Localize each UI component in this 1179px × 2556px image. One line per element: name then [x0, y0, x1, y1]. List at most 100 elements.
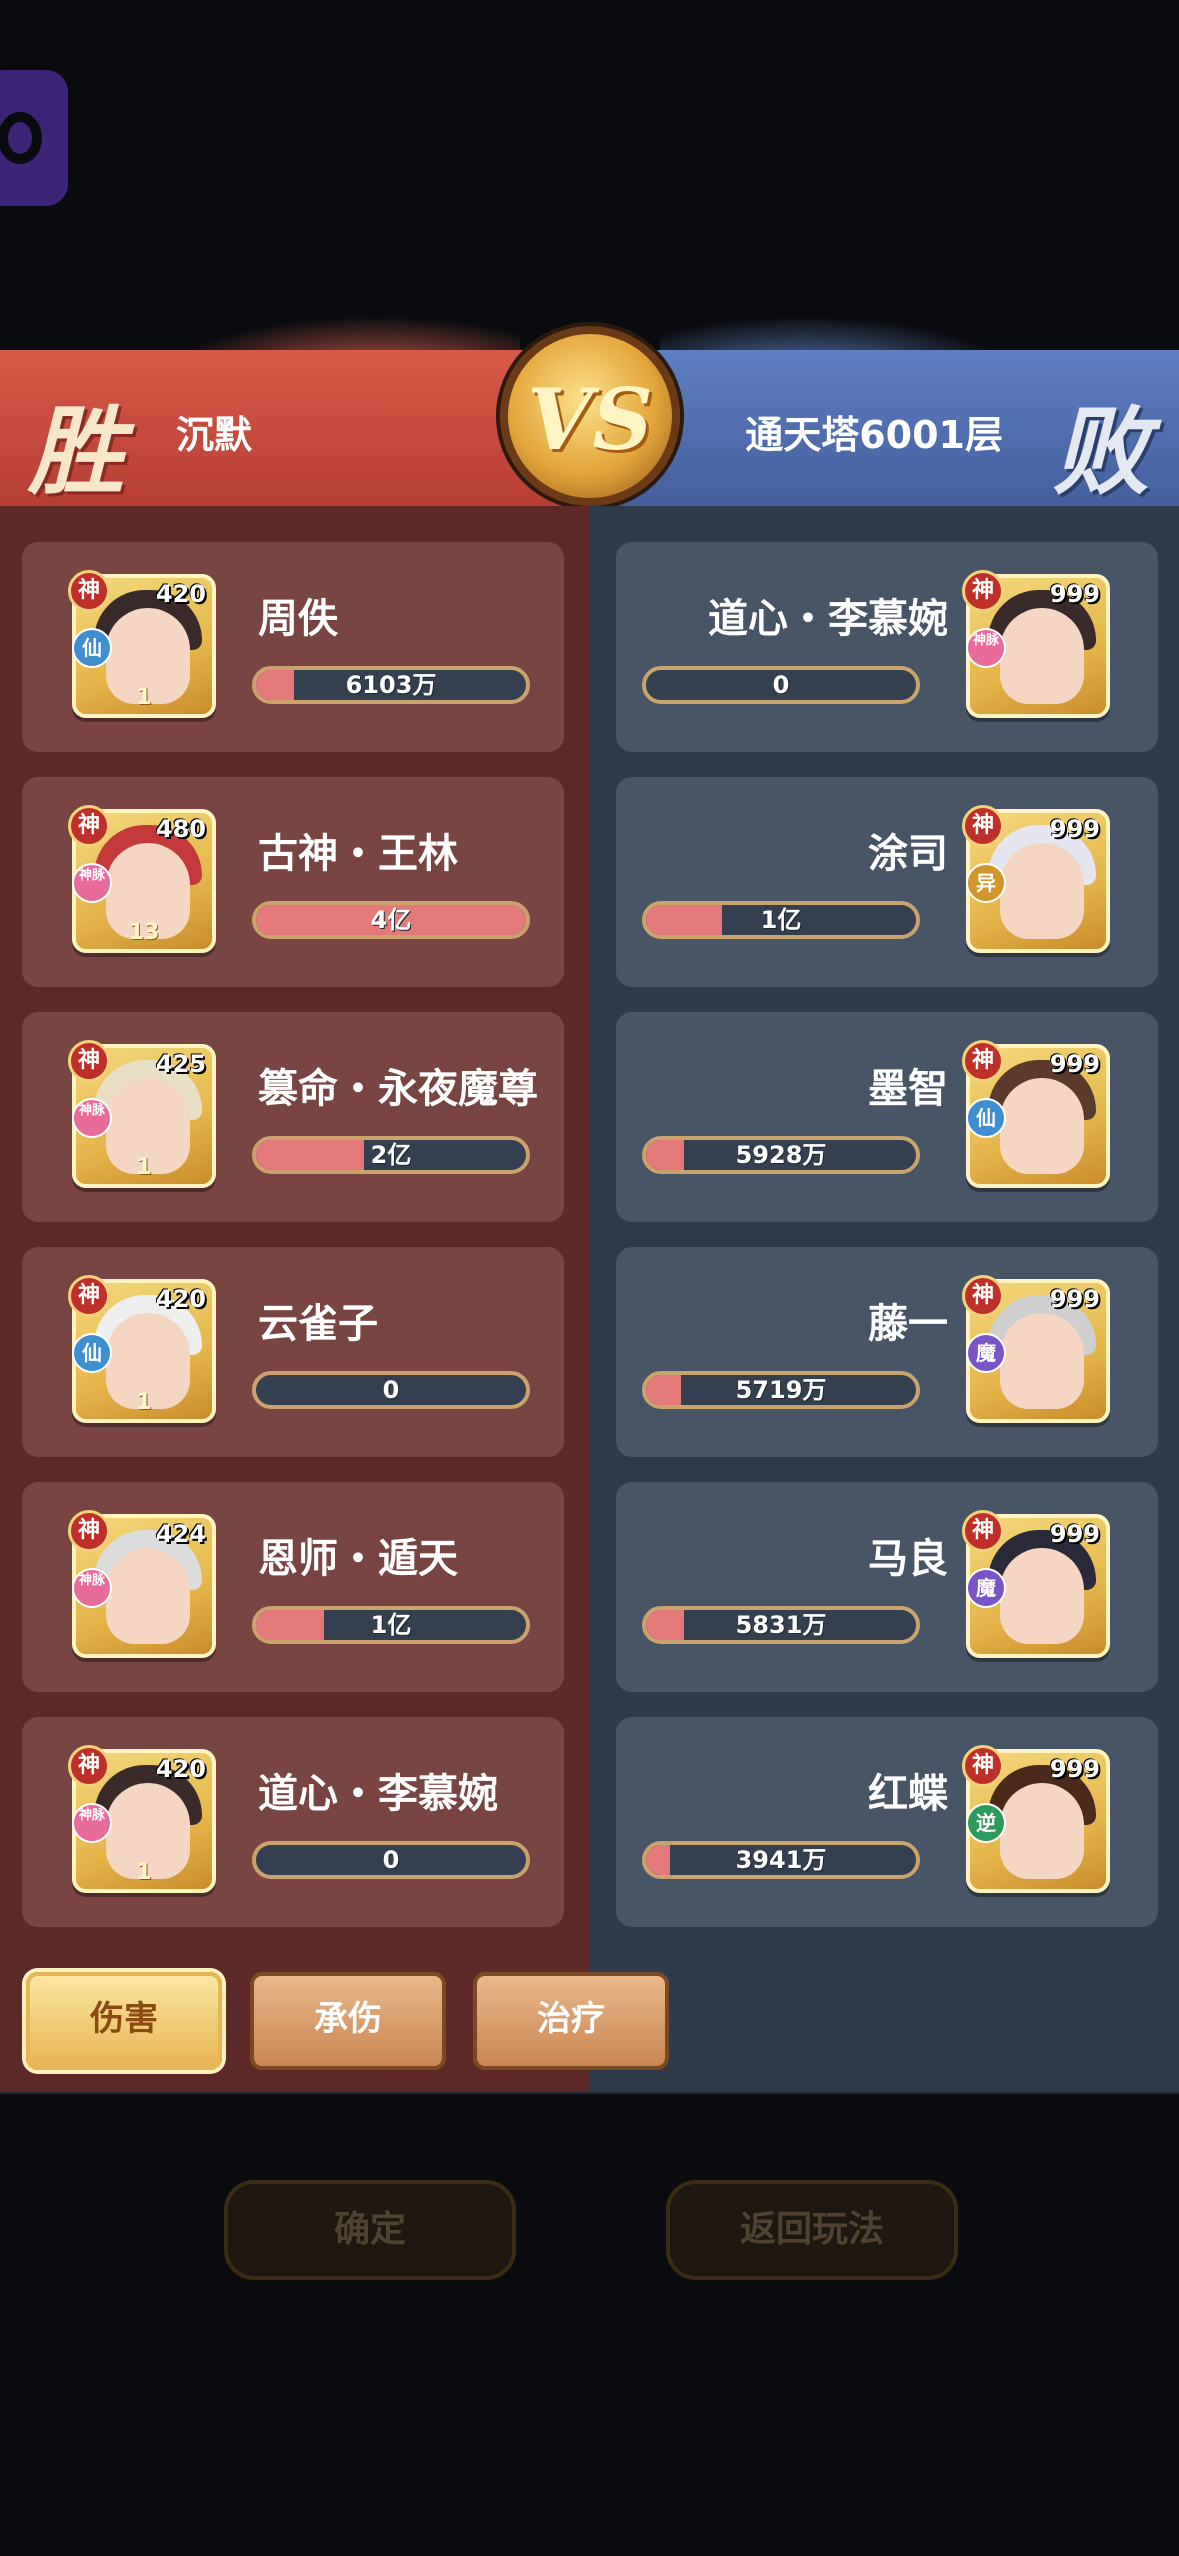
- damage-value: 0: [382, 1846, 400, 1874]
- damage-bar: 3941万: [642, 1841, 920, 1879]
- victory-mark: 胜: [28, 395, 124, 508]
- damage-bar: 0: [252, 1371, 530, 1409]
- hero-avatar[interactable]: 神 420 仙 1: [68, 1275, 216, 1423]
- tab-damage[interactable]: 伤害: [26, 1972, 222, 2070]
- damage-value: 0: [772, 671, 790, 699]
- hero-card[interactable]: 神 420 仙 1 周佚 6103万: [22, 542, 564, 752]
- hero-name: 云雀子: [258, 1301, 378, 1347]
- tab-damage-taken[interactable]: 承伤: [250, 1972, 446, 2070]
- faction-badge: 异: [966, 863, 1006, 903]
- hero-level: 425: [155, 1050, 206, 1078]
- damage-bar: 5928万: [642, 1136, 920, 1174]
- faction-badge: 魔: [966, 1333, 1006, 1373]
- left-player-name: 沉默: [176, 413, 253, 457]
- hero-card[interactable]: 神 420 仙 1 云雀子 0: [22, 1247, 564, 1457]
- hero-card[interactable]: 神 480 神脉 13 古神・王林 4亿: [22, 777, 564, 987]
- god-rank-badge: 神: [68, 1040, 110, 1082]
- menu-ring-icon: [0, 112, 42, 164]
- faction-badge: 神脉: [72, 863, 112, 903]
- faction-badge: 仙: [72, 1333, 112, 1373]
- hero-name: 墨智: [868, 1066, 948, 1112]
- hero-avatar[interactable]: 神 999 神脉: [962, 570, 1110, 718]
- hero-portrait-face: [1000, 1313, 1084, 1409]
- damage-bar: 0: [642, 666, 920, 704]
- hero-name: 道心・李慕婉: [258, 1771, 498, 1817]
- damage-value: 5719万: [735, 1376, 827, 1404]
- hero-level: 424: [155, 1520, 206, 1548]
- hero-level: 999: [1049, 815, 1100, 843]
- hero-level: 420: [155, 580, 206, 608]
- tab-healing[interactable]: 治疗: [473, 1972, 669, 2070]
- hero-name: 篡命・永夜魔尊: [258, 1066, 538, 1112]
- hero-avatar[interactable]: 神 999 异: [962, 805, 1110, 953]
- hero-card[interactable]: 神 999 异涂司 1亿: [616, 777, 1158, 987]
- hero-card[interactable]: 神 425 神脉 1 篡命・永夜魔尊 2亿: [22, 1012, 564, 1222]
- faction-badge: 神脉: [72, 1568, 112, 1608]
- hero-avatar[interactable]: 神 424 神脉: [68, 1510, 216, 1658]
- damage-value: 3941万: [735, 1846, 827, 1874]
- right-player-name: 通天塔6001层: [745, 413, 1003, 457]
- damage-value: 0: [382, 1376, 400, 1404]
- hero-card[interactable]: 神 424 神脉 恩师・遁天 1亿: [22, 1482, 564, 1692]
- back-to-mode-button[interactable]: 返回玩法: [666, 2180, 958, 2280]
- hero-card[interactable]: 神 999 逆红蝶 3941万: [616, 1717, 1158, 1927]
- hero-avatar[interactable]: 神 999 逆: [962, 1745, 1110, 1893]
- damage-bar: 6103万: [252, 666, 530, 704]
- side-menu-tab[interactable]: [0, 70, 68, 206]
- star-count: 1: [136, 1860, 152, 1885]
- hero-avatar[interactable]: 神 999 仙: [962, 1040, 1110, 1188]
- god-rank-badge: 神: [962, 570, 1004, 612]
- hero-name: 红蝶: [868, 1771, 948, 1817]
- hero-card[interactable]: 神 999 仙墨智 5928万: [616, 1012, 1158, 1222]
- hero-avatar[interactable]: 神 999 魔: [962, 1275, 1110, 1423]
- damage-bar: 5719万: [642, 1371, 920, 1409]
- battle-result-header: 胜 沉默 败 通天塔6001层 VS: [0, 316, 1179, 508]
- hero-portrait-face: [1000, 1548, 1084, 1644]
- hero-level: 420: [155, 1755, 206, 1783]
- hero-card[interactable]: 神 999 魔马良 5831万: [616, 1482, 1158, 1692]
- hero-avatar[interactable]: 神 420 仙 1: [68, 570, 216, 718]
- hero-card[interactable]: 神 999 神脉 道心・李慕婉 0: [616, 542, 1158, 752]
- faction-badge: 魔: [966, 1568, 1006, 1608]
- hero-avatar[interactable]: 神 480 神脉 13: [68, 805, 216, 953]
- damage-bar: 2亿: [252, 1136, 530, 1174]
- god-rank-badge: 神: [68, 805, 110, 847]
- star-count: 1: [136, 1155, 152, 1180]
- hero-level: 999: [1049, 1050, 1100, 1078]
- damage-bar: 4亿: [252, 901, 530, 939]
- damage-value: 6103万: [345, 671, 437, 699]
- hero-level: 420: [155, 1285, 206, 1313]
- god-rank-badge: 神: [68, 1745, 110, 1787]
- hero-name: 古神・王林: [258, 831, 458, 877]
- hero-name: 恩师・遁天: [258, 1536, 458, 1582]
- damage-value: 2亿: [370, 1141, 412, 1169]
- hero-portrait-face: [1000, 843, 1084, 939]
- damage-bar: 5831万: [642, 1606, 920, 1644]
- god-rank-badge: 神: [68, 1510, 110, 1552]
- hero-portrait-face: [1000, 1078, 1084, 1174]
- god-rank-badge: 神: [962, 1745, 1004, 1787]
- star-count: 1: [136, 685, 152, 710]
- star-count: 1: [136, 1390, 152, 1415]
- faction-badge: 神脉: [72, 1803, 112, 1843]
- confirm-button[interactable]: 确定: [224, 2180, 516, 2280]
- damage-value: 4亿: [370, 906, 412, 934]
- god-rank-badge: 神: [962, 1040, 1004, 1082]
- faction-badge: 神脉: [966, 628, 1006, 668]
- damage-bar: 1亿: [252, 1606, 530, 1644]
- hero-portrait-face: [1000, 1783, 1084, 1879]
- hero-level: 999: [1049, 1755, 1100, 1783]
- hero-card[interactable]: 神 420 神脉 1 道心・李慕婉 0: [22, 1717, 564, 1927]
- vs-badge-icon: VS: [500, 326, 680, 506]
- hero-avatar[interactable]: 神 999 魔: [962, 1510, 1110, 1658]
- hero-avatar[interactable]: 神 425 神脉 1: [68, 1040, 216, 1188]
- god-rank-badge: 神: [962, 805, 1004, 847]
- damage-bar: 0: [252, 1841, 530, 1879]
- faction-badge: 神脉: [72, 1098, 112, 1138]
- divider: [0, 2092, 1179, 2094]
- hero-card[interactable]: 神 999 魔藤一 5719万: [616, 1247, 1158, 1457]
- faction-badge: 仙: [966, 1098, 1006, 1138]
- hero-avatar[interactable]: 神 420 神脉 1: [68, 1745, 216, 1893]
- vs-label: VS: [527, 370, 653, 469]
- left-team-column: 神 420 仙 1 周佚 6103万神 480 神脉 13 古神・王林 4亿神 425 神脉 1 篡命・永夜…: [0, 506, 590, 2092]
